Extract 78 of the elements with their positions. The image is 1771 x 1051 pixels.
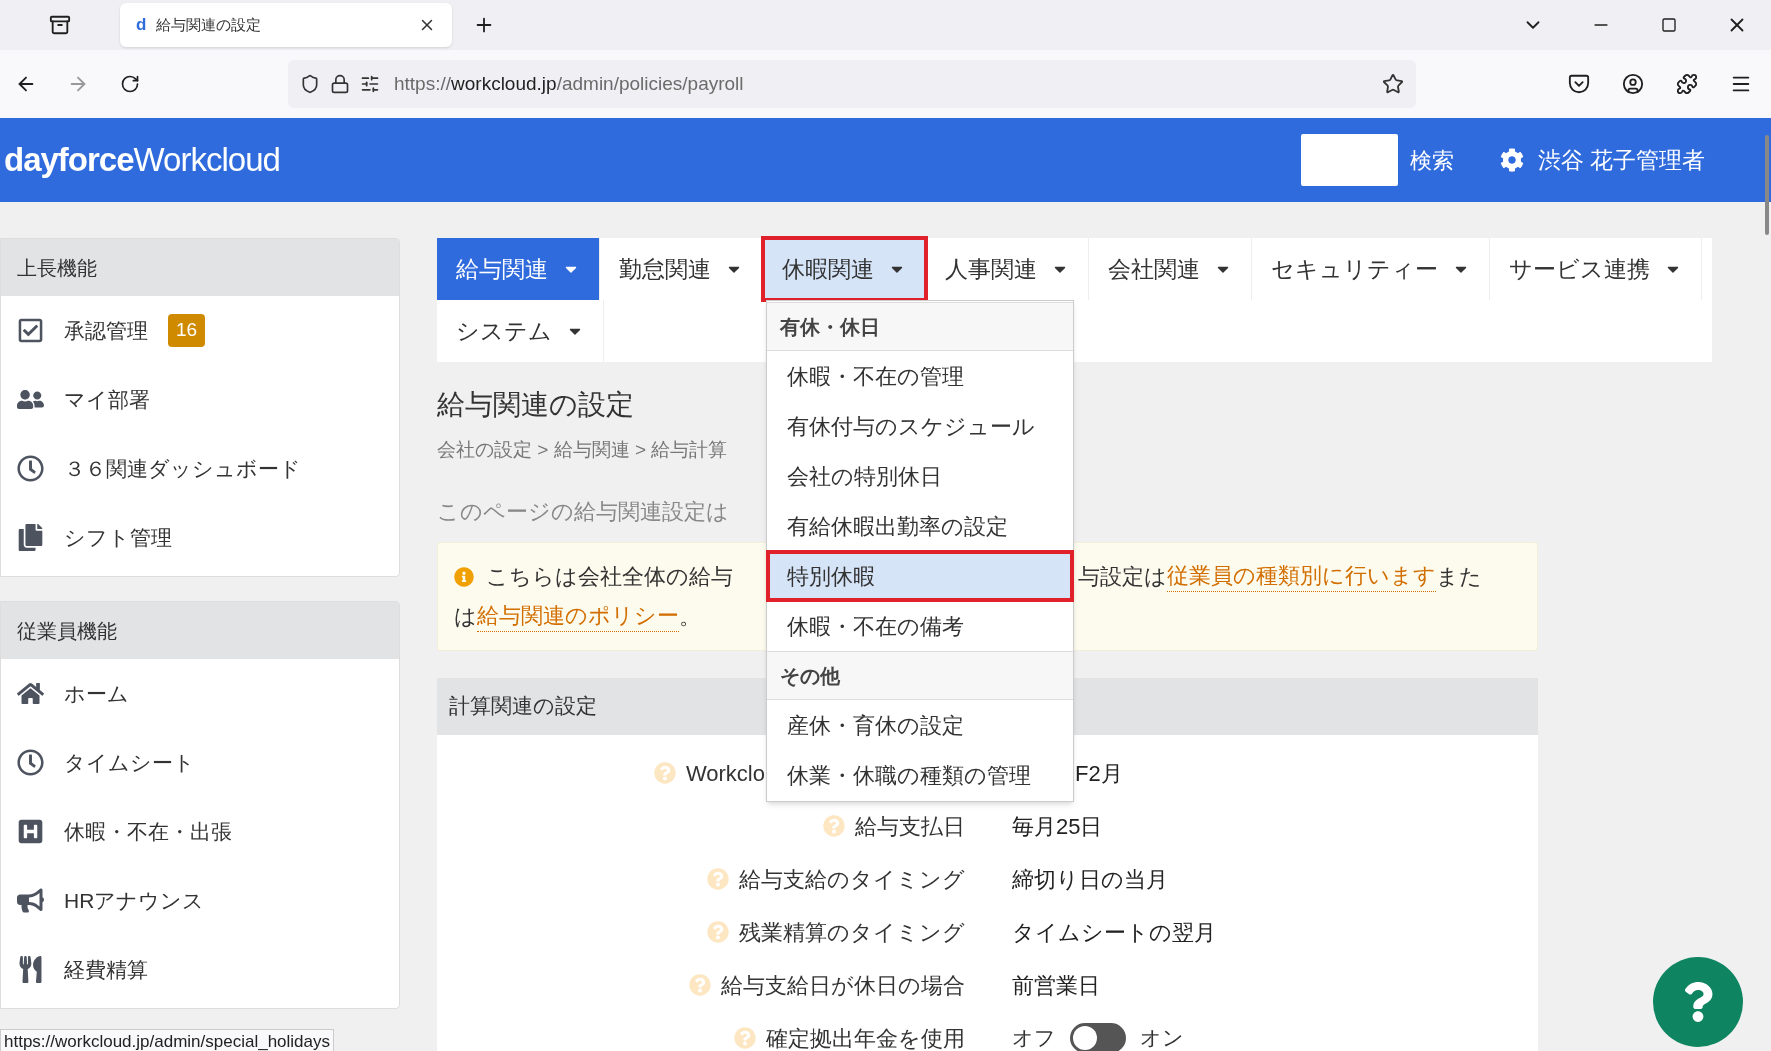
menu-item[interactable]: 休暇・不在の備考 [767,601,1073,651]
toggle-label: オン [1140,1025,1184,1051]
field-label: 給与支払日 [855,812,965,841]
info-text: こちらは会社全体の給与 [486,562,733,591]
menu-heading: 有休・休日 [767,302,1073,351]
info-text: また [1436,562,1482,591]
home-icon [17,680,44,707]
sidebar-link[interactable]: 承認管理 [64,314,148,347]
shield-icon [300,74,320,94]
sidebar-link[interactable]: ３６関連ダッシュボード [64,452,301,485]
field-label: 残業精算のタイミング [739,918,965,947]
sidebar-link[interactable]: ホーム [64,677,129,710]
info-text: 。 [679,602,701,631]
page-title: 給与関連の設定 [437,388,634,422]
info-text: 与設定は [1078,562,1167,591]
help-icon [707,868,729,890]
info-icon [454,566,474,587]
menu-item[interactable]: 特別休暇 [767,551,1073,601]
nav-tab[interactable]: システム [437,300,604,362]
menu-item[interactable]: 会社の特別休日 [767,451,1073,501]
checkbox-icon [17,317,44,344]
menu-item[interactable]: 有休付与のスケジュール [767,401,1073,451]
help-icon [734,1027,756,1049]
url-text: https://workcloud.jp/admin/policies/payroll [394,71,745,96]
user-name[interactable]: 渋谷 花子管理者 [1537,142,1705,178]
count-badge: 16 [168,314,206,347]
help-icon [653,762,676,784]
status-url: https://workcloud.jp/admin/special_holidays [0,1029,334,1051]
favicon: d [136,14,147,37]
clock-icon [17,455,44,482]
sidebar-link[interactable]: HRアナウンス [64,884,205,917]
field-value: 前営業日 [1012,971,1100,1000]
star-icon [1382,73,1404,95]
page-note: このページの給与関連設定は [437,497,729,526]
menu-item[interactable]: 有給休暇出勤率の設定 [767,501,1073,551]
sidebar-link[interactable]: タイムシート [64,746,195,779]
nav-tab[interactable]: 会社関連 [1089,238,1252,300]
browser-tab[interactable]: d 給与関連の設定 [120,3,452,47]
field-label: Workclo [685,759,765,788]
utensils-icon [17,956,44,983]
sidebar-link[interactable]: 休暇・不在・出張 [64,815,232,848]
help-icon [707,921,729,943]
field-value: 締切り日の当月 [1012,865,1168,894]
field-value: 毎月25日 [1012,812,1103,841]
nav-tab[interactable]: サービス連携 [1490,238,1702,300]
field-label: 確定拠出年金を使用 [766,1024,965,1051]
toggle-label: オフ [1012,1025,1056,1051]
sidebar-link[interactable]: 経費精算 [64,953,148,986]
toggle-switch[interactable] [1070,1023,1126,1051]
search-button[interactable]: 検索 [1409,143,1454,177]
sidebar-heading: 上長機能 [1,239,399,296]
menu-item[interactable]: 休暇・不在の管理 [767,351,1073,401]
permissions-icon [360,74,380,94]
files-icon [17,524,44,551]
help-icon [689,974,711,996]
nav-tab[interactable]: 休暇関連 [763,238,926,300]
sidebar-link[interactable]: マイ部署 [64,383,150,416]
clock-icon [17,749,44,776]
sidebar-link[interactable]: シフト管理 [64,521,172,554]
nav-tab[interactable]: 給与関連 [437,238,600,300]
info-text: は [454,602,477,631]
lock-icon [330,74,350,94]
address-bar[interactable]: https://workcloud.jp/admin/policies/payroll [288,60,1416,108]
help-icon [823,815,845,837]
logo: dayforceWorkcloud [4,140,280,181]
menu-item[interactable]: 休業・休職の種類の管理 [767,750,1073,800]
megaphone-icon [17,887,44,914]
settings-icon [1499,148,1524,172]
nav-tab[interactable]: セキュリティー [1252,238,1490,300]
breadcrumb: 会社の設定 > 給与関連 > 給与計算 [437,438,728,462]
menu-heading: その他 [767,651,1073,700]
tab-title: 給与関連の設定 [156,14,263,35]
search-field[interactable] [1300,134,1398,186]
sidebar-heading: 従業員機能 [1,602,399,659]
field-value: F2月 [1075,759,1123,788]
field-label: 給与支給日が休日の場合 [721,971,965,1000]
field-label: 給与支給のタイミング [739,865,965,894]
field-value: タイムシートの翌月 [1012,918,1216,947]
